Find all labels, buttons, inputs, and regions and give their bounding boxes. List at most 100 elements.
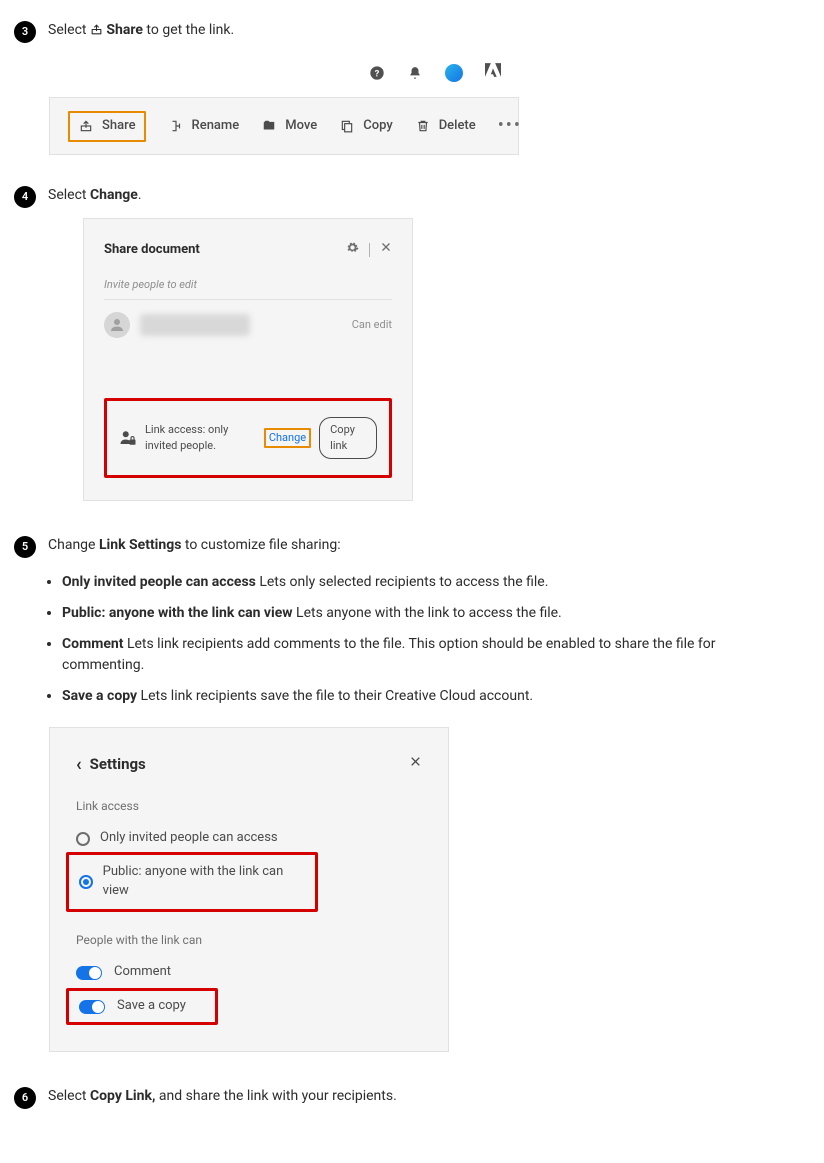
step-body: Change Link Settings to customize file s… <box>48 535 782 555</box>
share-icon-inline <box>90 22 103 42</box>
text-part: Change <box>48 537 99 553</box>
settings-screenshot: ‹ Settings Link access Only invited peop… <box>49 727 449 1052</box>
text-bold: Link Settings <box>99 537 181 553</box>
step-text: Select Copy Link, and share the link wit… <box>48 1086 782 1106</box>
step-number: 4 <box>14 186 36 208</box>
adobe-logo-icon[interactable] <box>485 63 501 83</box>
text-part: . <box>138 187 142 203</box>
bell-icon[interactable] <box>407 65 423 81</box>
invite-people-label: Invite people to edit <box>104 277 392 300</box>
list-item: Comment Lets link recipients add comment… <box>62 634 782 676</box>
radio-public-highlighted[interactable]: Public: anyone with the link can view <box>66 852 318 912</box>
toggle-icon <box>76 966 102 980</box>
move-icon <box>261 118 277 134</box>
people-with-link-label: People with the link can <box>76 932 422 949</box>
text-part: Select <box>48 1088 90 1104</box>
step-5: 5 Change Link Settings to customize file… <box>14 535 782 558</box>
text-part: to get the link. <box>143 22 234 38</box>
step-number: 6 <box>14 1087 36 1109</box>
close-icon[interactable] <box>380 241 392 258</box>
help-icon[interactable]: ? <box>369 65 385 81</box>
link-access-text: Link access: only invited people. <box>145 422 256 454</box>
radio-label: Public: anyone with the link can view <box>103 863 305 901</box>
share-dialog-title: Share document <box>104 241 200 260</box>
toggle-label: Comment <box>114 963 171 982</box>
copy-button[interactable]: Copy <box>339 117 392 136</box>
settings-title: Settings <box>90 754 146 776</box>
toggle-label: Save a copy <box>117 997 186 1016</box>
toggle-save-copy-highlighted[interactable]: Save a copy <box>66 988 218 1025</box>
radio-only-invited[interactable]: Only invited people can access <box>76 829 422 848</box>
opt-text: Lets link recipients add comments to the… <box>62 636 716 673</box>
step-number: 3 <box>14 21 36 43</box>
share-dialog-header-right <box>346 241 392 259</box>
options-list: Only invited people can access Lets only… <box>14 572 782 707</box>
radio-icon <box>76 832 90 846</box>
text-part: and share the link with your recipients. <box>155 1088 396 1104</box>
share-dialog-screenshot: Share document Invite people to edit Can… <box>83 218 413 502</box>
move-label: Move <box>285 117 317 136</box>
user-info <box>104 312 250 338</box>
step-number: 5 <box>14 536 36 558</box>
step-text: Select Share to get the link. <box>48 20 782 42</box>
opt-text: Lets only selected recipients to access … <box>256 574 549 590</box>
opt-bold: Public: anyone with the link can view <box>62 605 293 621</box>
settings-header: ‹ Settings <box>76 754 422 776</box>
share-label: Share <box>102 117 136 136</box>
move-button[interactable]: Move <box>261 117 317 136</box>
link-access-label: Link access <box>76 798 422 815</box>
step-3: 3 Select Share to get the link. <box>14 20 782 43</box>
text-bold: Change <box>90 187 138 203</box>
close-icon[interactable] <box>409 755 422 775</box>
link-lock-icon <box>119 429 137 447</box>
opt-text: Lets anyone with the link to access the … <box>293 605 562 621</box>
top-icon-row: ? <box>49 63 519 97</box>
user-name-blurred <box>140 314 250 336</box>
text-bold: Copy Link, <box>90 1088 155 1104</box>
opt-bold: Save a copy <box>62 688 137 704</box>
step-text: Select Change. <box>48 185 782 205</box>
list-item: Only invited people can access Lets only… <box>62 572 782 593</box>
link-access-box: Link access: only invited people. Change… <box>104 398 392 478</box>
gear-icon[interactable] <box>346 241 359 259</box>
list-item: Save a copy Lets link recipients save th… <box>62 686 782 707</box>
toolbar-screenshot: ? Share Rename Move Copy Delete ••• <box>49 63 519 155</box>
radio-label: Only invited people can access <box>100 829 278 848</box>
svg-text:?: ? <box>375 68 380 79</box>
permission-label: Can edit <box>352 317 392 333</box>
share-button[interactable]: Share <box>68 111 146 142</box>
rename-button[interactable]: Rename <box>168 117 240 136</box>
list-item: Public: anyone with the link can view Le… <box>62 603 782 624</box>
step-4: 4 Select Change. Share document Invite p… <box>14 185 782 501</box>
chevron-left-icon[interactable]: ‹ <box>76 756 82 774</box>
trash-icon <box>415 118 431 134</box>
share-icon <box>78 118 94 134</box>
divider <box>369 243 370 257</box>
toggle-comment[interactable]: Comment <box>76 963 422 982</box>
toggle-icon <box>79 1000 105 1014</box>
opt-text: Lets link recipients save the file to th… <box>137 688 533 704</box>
copy-icon <box>339 118 355 134</box>
text-part: Select <box>48 22 90 38</box>
step-text: Change Link Settings to customize file s… <box>48 535 782 555</box>
more-button[interactable]: ••• <box>498 113 522 139</box>
settings-header-left: ‹ Settings <box>76 754 146 776</box>
step-body: Select Copy Link, and share the link wit… <box>48 1086 782 1106</box>
opt-bold: Only invited people can access <box>62 574 256 590</box>
share-dialog-header: Share document <box>104 241 392 260</box>
rename-icon <box>168 118 184 134</box>
avatar <box>104 312 130 338</box>
creative-cloud-icon[interactable] <box>445 64 463 82</box>
opt-bold: Comment <box>62 636 123 652</box>
step-body: Select Change. Share document Invite peo… <box>48 185 782 501</box>
file-toolbar: Share Rename Move Copy Delete ••• <box>49 97 519 155</box>
radio-icon-selected <box>79 875 93 889</box>
step-body: Select Share to get the link. <box>48 20 782 42</box>
delete-button[interactable]: Delete <box>415 117 476 136</box>
link-access-left: Link access: only invited people. Change <box>119 422 311 454</box>
user-row: Can edit <box>104 312 392 338</box>
copy-link-button[interactable]: Copy link <box>319 417 377 459</box>
delete-label: Delete <box>439 117 476 136</box>
rename-label: Rename <box>192 117 240 136</box>
change-link[interactable]: Change <box>264 428 311 448</box>
